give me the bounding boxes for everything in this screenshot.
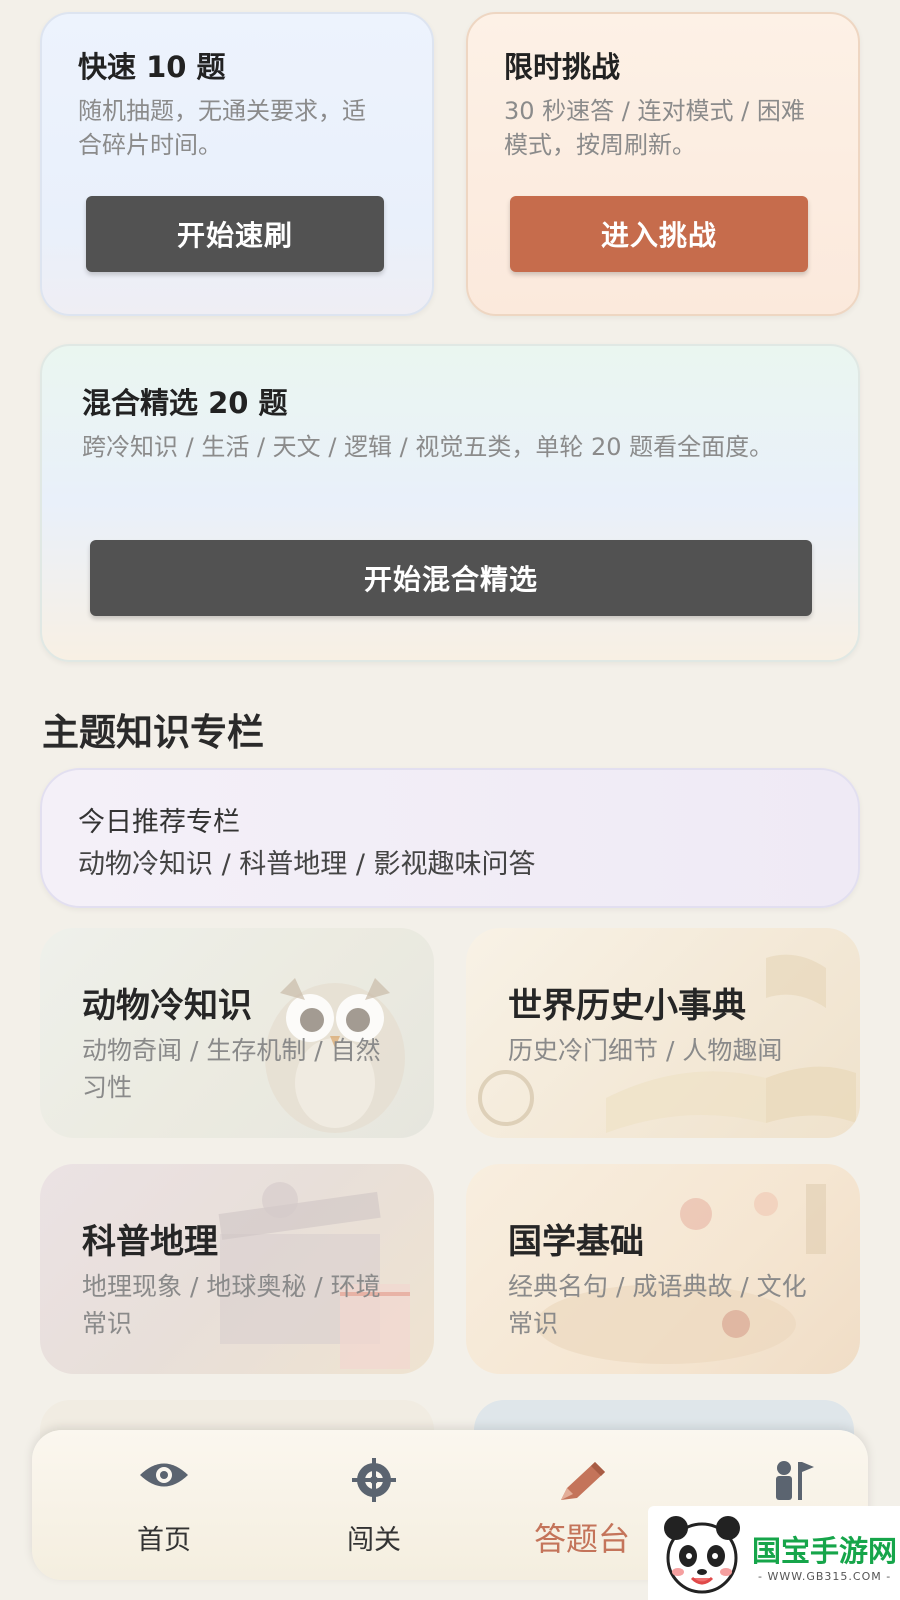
topic-title: 动物冷知识 bbox=[82, 986, 252, 1026]
mixed-20-desc: 跨冷知识 / 生活 / 天文 / 逻辑 / 视觉五类，单轮 20 题看全面度。 bbox=[82, 433, 774, 461]
quick-10-card[interactable]: 快速 10 题 随机抽题，无通关要求，适合碎片时间。 开始速刷 bbox=[40, 12, 434, 316]
quick-10-desc: 随机抽题，无通关要求，适合碎片时间。 bbox=[78, 97, 366, 159]
topic-card-history[interactable]: 世界历史小事典 历史冷门细节 / 人物趣闻 bbox=[466, 928, 860, 1138]
timed-challenge-desc: 30 秒速答 / 连对模式 / 困难模式，按周刷新。 bbox=[504, 97, 805, 159]
timed-challenge-title: 限时挑战 bbox=[504, 50, 621, 84]
topic-card-guoxue[interactable]: 国学基础 经典名句 / 成语典故 / 文化常识 bbox=[466, 1164, 860, 1374]
watermark-url: - WWW.GB315.COM - bbox=[758, 1570, 892, 1583]
topic-title: 科普地理 bbox=[82, 1222, 218, 1262]
topic-title: 世界历史小事典 bbox=[508, 986, 746, 1026]
recommend-label: 今日推荐专栏 bbox=[78, 807, 240, 838]
start-quick-button[interactable]: 开始速刷 bbox=[86, 196, 384, 272]
quick-10-title: 快速 10 题 bbox=[78, 50, 226, 84]
topic-desc: 经典名句 / 成语典故 / 文化常识 bbox=[508, 1272, 807, 1338]
tab-label: 首页 bbox=[137, 1525, 191, 1556]
recommend-items: 动物冷知识 / 科普地理 / 影视趣味问答 bbox=[78, 849, 536, 880]
person-flag-icon bbox=[776, 1461, 814, 1500]
tab-label: 闯关 bbox=[347, 1525, 401, 1556]
panda-icon bbox=[664, 1516, 740, 1594]
timed-challenge-card[interactable]: 限时挑战 30 秒速答 / 连对模式 / 困难模式，按周刷新。 进入挑战 bbox=[466, 12, 860, 316]
tab-quiz[interactable]: 答题台 bbox=[502, 1430, 662, 1580]
topic-desc: 历史冷门细节 / 人物趣闻 bbox=[508, 1036, 783, 1065]
topic-title: 国学基础 bbox=[508, 1222, 644, 1262]
tab-home[interactable]: 首页 bbox=[84, 1430, 244, 1580]
enter-challenge-button[interactable]: 进入挑战 bbox=[510, 196, 808, 272]
start-mixed-button[interactable]: 开始混合精选 bbox=[90, 540, 812, 616]
tab-levels[interactable]: 闯关 bbox=[294, 1430, 454, 1580]
topic-card-animals[interactable]: 动物冷知识 动物奇闻 / 生存机制 / 自然习性 bbox=[40, 928, 434, 1138]
topic-desc: 地理现象 / 地球奥秘 / 环境常识 bbox=[82, 1272, 381, 1338]
target-icon bbox=[352, 1458, 396, 1502]
pencil-icon bbox=[561, 1462, 605, 1500]
topic-card-geography[interactable]: 科普地理 地理现象 / 地球奥秘 / 环境常识 bbox=[40, 1164, 434, 1374]
topic-desc: 动物奇闻 / 生存机制 / 自然习性 bbox=[82, 1036, 381, 1102]
mixed-20-card[interactable]: 混合精选 20 题 跨冷知识 / 生活 / 天文 / 逻辑 / 视觉五类，单轮 … bbox=[40, 344, 860, 662]
tab-label: 答题台 bbox=[533, 1520, 630, 1558]
watermark-text: 国宝手游网 bbox=[752, 1534, 898, 1568]
eye-icon bbox=[140, 1463, 188, 1487]
recommend-card[interactable]: 今日推荐专栏 动物冷知识 / 科普地理 / 影视趣味问答 bbox=[40, 768, 860, 908]
mixed-20-title: 混合精选 20 题 bbox=[82, 386, 288, 420]
section-title: 主题知识专栏 bbox=[42, 711, 264, 754]
watermark-logo: 国宝手游网 - WWW.GB315.COM - bbox=[648, 1506, 900, 1600]
